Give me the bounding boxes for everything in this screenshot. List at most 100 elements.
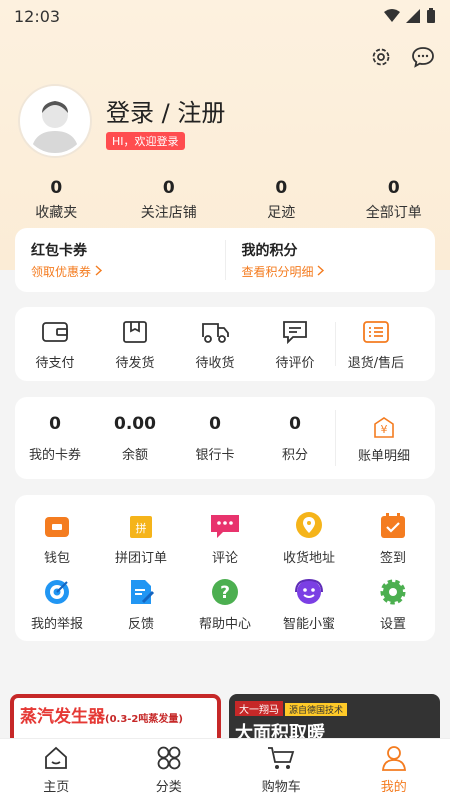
service-address[interactable]: 收货地址: [267, 511, 351, 577]
tab-categories[interactable]: 分类: [124, 744, 214, 795]
edit-doc-icon: [131, 580, 155, 604]
header-actions: [368, 44, 436, 70]
service-settings[interactable]: 设置: [351, 577, 435, 643]
tab-label: 分类: [155, 780, 182, 795]
return-list-icon: [363, 320, 389, 343]
stat-value: 0: [387, 178, 400, 198]
asset-bank-cards[interactable]: 0 银行卡: [175, 414, 255, 463]
tab-mine[interactable]: 我的: [349, 744, 439, 795]
service-smart-assistant[interactable]: 智能小蜜: [267, 577, 351, 643]
service-label: 钱包: [43, 551, 70, 566]
service-label: 拼团订单: [114, 551, 167, 566]
profile-header[interactable]: 登录 / 注册 HI，欢迎登录: [20, 86, 225, 156]
stat-value: 0: [50, 178, 63, 198]
status-bar: 12:03: [0, 0, 450, 32]
order-pending-receipt[interactable]: 待收货: [175, 318, 255, 371]
asset-label: 余额: [121, 447, 148, 463]
order-returns[interactable]: 退货/售后: [336, 318, 416, 371]
banner-subtitle: (0.3-2吨蒸发量): [105, 714, 183, 725]
tab-label: 我的: [380, 780, 407, 795]
bill-envelope-icon: ¥: [374, 416, 394, 438]
grid-icon: [157, 746, 181, 770]
stat-footprints[interactable]: 0 足迹: [231, 178, 331, 222]
avatar[interactable]: [20, 86, 90, 156]
settings-button[interactable]: [368, 44, 394, 70]
wallet-icon: [42, 321, 68, 342]
welcome-badge: HI，欢迎登录: [106, 131, 185, 150]
group-bag-glyph: 拼: [136, 521, 147, 535]
banner-steam-generator[interactable]: 蒸汽发生器(0.3-2吨蒸发量): [10, 694, 221, 744]
order-status-card: 待支付 待发货 待收货 待评价 退货/售后: [15, 307, 435, 381]
target-icon: [45, 580, 69, 604]
chevron-right-icon: [317, 265, 325, 276]
stat-label: 关注店铺: [140, 205, 197, 221]
help-glyph: ?: [220, 583, 230, 603]
service-my-reports[interactable]: 我的举报: [15, 577, 99, 643]
order-pending-shipment[interactable]: 待发货: [95, 318, 175, 371]
order-label: 待发货: [115, 355, 155, 371]
messages-button[interactable]: [410, 44, 436, 70]
order-label: 待支付: [35, 355, 75, 371]
tab-home[interactable]: 主页: [11, 744, 101, 795]
service-check-in[interactable]: 签到: [351, 511, 435, 577]
user-stats: 0 收藏夹 0 关注店铺 0 足迹 0 全部订单: [0, 178, 450, 222]
asset-balance[interactable]: 0.00 余额: [95, 414, 175, 463]
home-icon: [45, 746, 68, 769]
points-section[interactable]: 我的积分 查看积分明细: [224, 240, 436, 280]
coupon-title: 红包卡券: [31, 243, 87, 259]
service-label: 我的举报: [30, 617, 83, 632]
coupon-link[interactable]: 领取优惠券: [31, 263, 225, 280]
asset-value: 0: [49, 413, 61, 434]
bill-details[interactable]: ¥ 账单明细: [336, 413, 432, 464]
status-time: 12:03: [14, 6, 61, 26]
service-label: 智能小蜜: [282, 617, 335, 632]
asset-points[interactable]: 0 积分: [255, 414, 335, 463]
stat-label: 足迹: [267, 205, 296, 221]
order-pending-review[interactable]: 待评价: [255, 318, 335, 371]
comment-icon: [283, 320, 307, 344]
service-help-center[interactable]: ? 帮助中心: [183, 577, 267, 643]
service-comments[interactable]: 评论: [183, 511, 267, 577]
coupon-link-label: 领取优惠券: [31, 265, 92, 279]
battery-icon: [427, 8, 435, 23]
stat-label: 收藏夹: [35, 205, 78, 221]
stat-followed-stores[interactable]: 0 关注店铺: [119, 178, 219, 222]
gear-icon: [372, 48, 390, 66]
status-icons: [384, 8, 436, 24]
box-icon: [123, 320, 147, 343]
assistant-icon: [295, 578, 323, 604]
coupon-section[interactable]: 红包卡券 领取优惠券: [15, 240, 225, 280]
order-label: 待收货: [195, 355, 235, 371]
stat-label: 全部订单: [365, 205, 422, 221]
points-link-label: 查看积分明细: [241, 265, 314, 279]
truck-icon: [202, 322, 229, 343]
banner-brand-tag: 大一翔马: [235, 701, 283, 716]
stat-favorites[interactable]: 0 收藏夹: [6, 178, 106, 222]
ad-banners: 蒸汽发生器(0.3-2吨蒸发量) 大一翔马 源自德国技术 大面积取暖: [10, 694, 440, 744]
service-feedback[interactable]: 反馈: [99, 577, 183, 643]
message-icon: [412, 47, 434, 68]
points-title: 我的积分: [241, 243, 298, 259]
points-link[interactable]: 查看积分明细: [242, 263, 436, 280]
location-pin-icon: [296, 512, 322, 538]
signal-icon: [406, 9, 420, 23]
banner-heating[interactable]: 大一翔马 源自德国技术 大面积取暖: [229, 694, 440, 744]
banner-title: 蒸汽发生器: [20, 707, 105, 727]
coupon-points-card: 红包卡券 领取优惠券 我的积分 查看积分明细: [15, 228, 435, 292]
login-register-link[interactable]: 登录 / 注册: [106, 93, 225, 128]
banner-tech-tag: 源自德国技术: [285, 703, 348, 716]
asset-label: 我的卡券: [28, 447, 81, 463]
asset-value: 0: [289, 413, 301, 434]
asset-my-coupons[interactable]: 0 我的卡券: [15, 414, 95, 463]
stat-all-orders[interactable]: 0 全部订单: [344, 178, 444, 222]
order-pending-payment[interactable]: 待支付: [15, 318, 95, 371]
service-label: 反馈: [127, 617, 154, 632]
service-group-orders[interactable]: 拼 拼团订单: [99, 511, 183, 577]
tab-label: 主页: [43, 780, 70, 795]
asset-label: 银行卡: [195, 447, 235, 463]
service-wallet[interactable]: 钱包: [15, 511, 99, 577]
assets-card: 0 我的卡券 0.00 余额 0 银行卡 0 积分 ¥ 账单明细: [15, 397, 435, 479]
tab-cart[interactable]: 购物车: [236, 744, 326, 795]
order-label: 待评价: [275, 355, 315, 371]
default-avatar-icon: [31, 101, 79, 153]
